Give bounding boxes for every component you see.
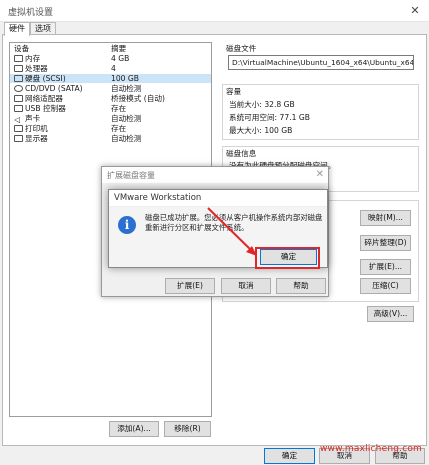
arrow-annotation-icon — [207, 207, 257, 256]
watermark-text: www.maxlicheng.com — [320, 444, 423, 454]
tab-hardware[interactable]: 硬件 — [4, 22, 30, 36]
